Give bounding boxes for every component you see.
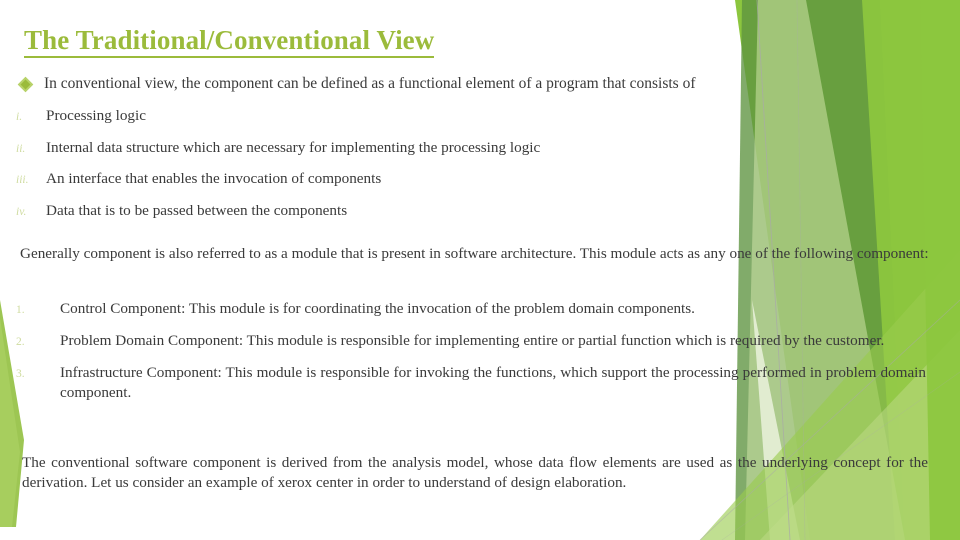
list-item-text: Control Component: This module is for co… [60, 300, 695, 317]
paragraph-closing: The conventional software component is d… [22, 454, 928, 492]
list-item: iii. An interface that enables the invoc… [0, 169, 940, 188]
list-item-text: Problem Domain Component: This module is… [60, 332, 885, 350]
roman-numeral-list: i. Processing logic ii. Internal data st… [0, 106, 940, 232]
list-item-text: An interface that enables the invocation… [46, 170, 382, 187]
list-marker: ii. [16, 142, 26, 155]
list-item: iv. Data that is to be passed between th… [0, 201, 940, 220]
page-title: The Traditional/Conventional View [24, 26, 435, 59]
list-item-text: Processing logic [46, 107, 146, 124]
list-item-text: Data that is to be passed between the co… [46, 201, 348, 219]
list-marker: 3. [16, 368, 25, 381]
list-item-text: Infrastructure Component: This module is… [60, 364, 926, 402]
lead-bullet-text: In conventional view, the component can … [44, 75, 696, 92]
list-marker: iii. [16, 174, 29, 186]
diamond-bullet-icon [17, 76, 34, 93]
list-marker: 2. [16, 336, 25, 349]
list-item: 2. Problem Domain Component: This module… [0, 331, 940, 351]
list-item-text: Internal data structure which are necess… [46, 138, 541, 156]
paragraph-generally: Generally component is also referred to … [20, 245, 929, 262]
list-marker: 1. [16, 304, 25, 316]
slide-content: The Traditional/Conventional View In con… [0, 0, 960, 540]
lead-bullet-row: In conventional view, the component can … [17, 74, 940, 93]
slide-canvas: The Traditional/Conventional View In con… [0, 0, 960, 540]
list-item: 3. Infrastructure Component: This module… [0, 363, 940, 403]
list-item: ii. Internal data structure which are ne… [0, 138, 940, 157]
numbered-component-list: 1. Control Component: This module is for… [0, 299, 940, 415]
list-item: 1. Control Component: This module is for… [0, 299, 940, 319]
list-marker: i. [16, 111, 23, 123]
list-item: i. Processing logic [0, 106, 940, 125]
list-marker: iv. [16, 205, 27, 218]
